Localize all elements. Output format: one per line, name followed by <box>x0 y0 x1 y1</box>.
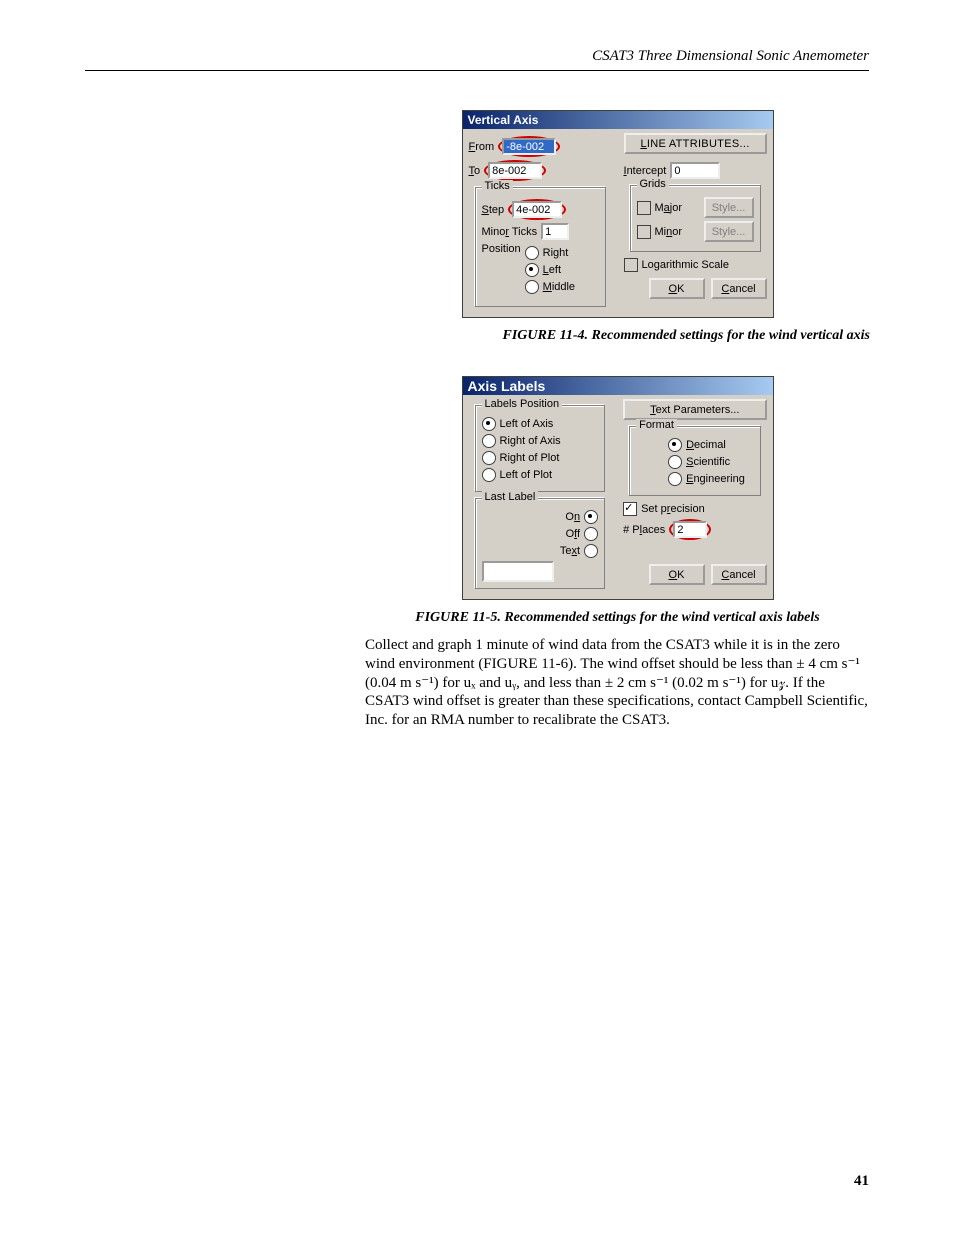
minor-grid-label: Minor <box>655 226 683 238</box>
left-of-axis-radio[interactable] <box>482 417 496 431</box>
highlight-oval <box>508 199 566 220</box>
line-attributes-button[interactable]: LINE ATTRIBUTES... <box>624 133 767 154</box>
labels-position-group: Labels Position Left of Axis Right of Ax… <box>475 405 606 492</box>
format-sci-radio[interactable] <box>668 455 682 469</box>
format-decimal-label: Decimal <box>686 439 726 451</box>
ok-button[interactable]: OK <box>649 564 705 585</box>
pos-left-label: Left <box>543 264 561 276</box>
left-of-plot-radio[interactable] <box>482 468 496 482</box>
lastlabel-text-input[interactable] <box>482 561 554 582</box>
step-label: Step <box>482 204 505 216</box>
last-label-group: Last Label On Off Text <box>475 498 606 589</box>
lastlabel-off-label: Off <box>566 528 580 540</box>
position-label: Position <box>482 243 521 255</box>
intercept-input[interactable] <box>670 162 720 179</box>
grids-group: Grids Major Style... Minor Style... <box>630 185 761 252</box>
labels-position-legend: Labels Position <box>482 398 563 410</box>
minorticks-input[interactable] <box>541 223 569 240</box>
set-precision-label: Set precision <box>641 503 705 515</box>
format-eng-radio[interactable] <box>668 472 682 486</box>
pos-left-radio[interactable] <box>525 263 539 277</box>
from-label: From <box>469 141 495 153</box>
intercept-label: Intercept <box>624 165 667 177</box>
pos-right-radio[interactable] <box>525 246 539 260</box>
lastlabel-text-radio[interactable] <box>584 544 598 558</box>
pos-middle-label: Middle <box>543 281 575 293</box>
page-number: 41 <box>854 1173 869 1190</box>
right-of-axis-label: Right of Axis <box>500 435 561 447</box>
right-of-plot-radio[interactable] <box>482 451 496 465</box>
format-group: Format Decimal Scientific Engineering <box>629 426 760 496</box>
minor-grid-check[interactable] <box>637 225 651 239</box>
lastlabel-on-label: On <box>565 511 580 523</box>
figure-11-5-caption: FIGURE 11-5. Recommended settings for th… <box>365 610 870 626</box>
cancel-button[interactable]: Cancel <box>711 278 767 299</box>
minor-style-button[interactable]: Style... <box>704 221 754 242</box>
running-header: CSAT3 Three Dimensional Sonic Anemometer <box>592 48 869 65</box>
lastlabel-on-radio[interactable] <box>584 510 598 524</box>
to-label: To <box>469 165 481 177</box>
logscale-label: Logarithmic Scale <box>642 259 729 271</box>
axis-labels-dialog: Axis Labels Labels Position Left of Axis… <box>462 376 774 600</box>
text-parameters-button[interactable]: Text Parameters... <box>623 399 766 420</box>
ticks-group: Ticks Step Minor Ticks Position <box>475 187 606 307</box>
last-label-legend: Last Label <box>482 491 539 503</box>
places-input[interactable] <box>673 521 707 538</box>
format-sci-label: Scientific <box>686 456 730 468</box>
cancel-button[interactable]: Cancel <box>711 564 767 585</box>
right-of-plot-label: Right of Plot <box>500 452 560 464</box>
logscale-check[interactable] <box>624 258 638 272</box>
ok-button[interactable]: OK <box>649 278 705 299</box>
major-grid-label: Major <box>655 202 683 214</box>
right-of-axis-radio[interactable] <box>482 434 496 448</box>
format-eng-label: Engineering <box>686 473 745 485</box>
ticks-legend: Ticks <box>482 180 513 192</box>
highlight-oval <box>484 160 546 181</box>
pos-middle-radio[interactable] <box>525 280 539 294</box>
lastlabel-off-radio[interactable] <box>584 527 598 541</box>
figure-11-4-caption: FIGURE 11-4. Recommended settings for th… <box>365 328 870 344</box>
left-of-plot-label: Left of Plot <box>500 469 553 481</box>
header-rule <box>85 70 869 71</box>
body-paragraph: Collect and graph 1 minute of wind data … <box>365 636 870 730</box>
minorticks-label: Minor Ticks <box>482 226 538 238</box>
format-decimal-radio[interactable] <box>668 438 682 452</box>
left-of-axis-label: Left of Axis <box>500 418 554 430</box>
major-style-button[interactable]: Style... <box>704 197 754 218</box>
highlight-oval <box>669 519 711 540</box>
from-input[interactable] <box>502 138 556 155</box>
dialog-title: Vertical Axis <box>463 111 773 129</box>
to-input[interactable] <box>488 162 542 179</box>
vertical-axis-dialog: Vertical Axis From To Ticks <box>462 110 774 318</box>
major-grid-check[interactable] <box>637 201 651 215</box>
step-input[interactable] <box>512 201 562 218</box>
dialog-title: Axis Labels <box>463 377 773 395</box>
places-label: # Places <box>623 524 665 536</box>
format-legend: Format <box>636 419 677 431</box>
pos-right-label: Right <box>543 247 569 259</box>
highlight-oval <box>498 136 560 157</box>
set-precision-check[interactable] <box>623 502 637 516</box>
lastlabel-text-label: Text <box>560 545 580 557</box>
grids-legend: Grids <box>637 178 669 190</box>
